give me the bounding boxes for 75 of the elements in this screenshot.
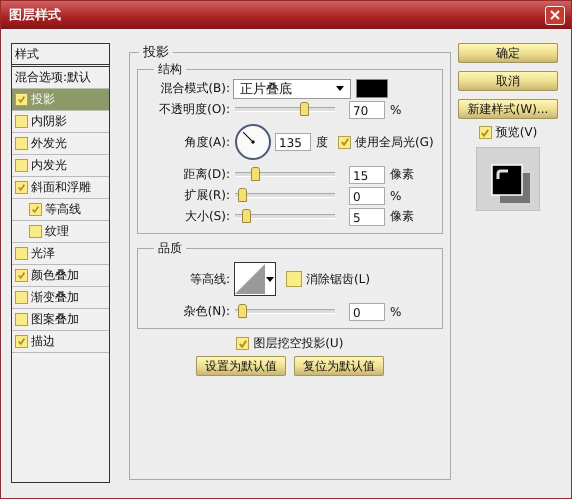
style-list-item[interactable]: 内阴影 xyxy=(12,111,109,133)
unit-label: % xyxy=(390,102,402,116)
style-preview-drawing xyxy=(476,147,540,211)
slider-thumb[interactable] xyxy=(242,209,252,223)
style-list-item[interactable]: 纹理 xyxy=(12,221,109,243)
field-label: 扩展(R): xyxy=(183,187,230,204)
close-button[interactable] xyxy=(545,6,565,24)
checkbox[interactable] xyxy=(29,225,42,238)
unit-label: % xyxy=(390,304,402,318)
unit-label: 度 xyxy=(316,134,328,150)
window-title: 图层样式 xyxy=(9,7,61,24)
field-label: 等高线: xyxy=(188,270,230,288)
group-title: 品质 xyxy=(157,240,183,257)
field-label: 角度(A): xyxy=(183,134,230,150)
checkbox[interactable] xyxy=(15,137,28,150)
caret-icon xyxy=(336,86,344,91)
style-list-item[interactable]: 颜色叠加 xyxy=(12,265,109,287)
checkbox[interactable] xyxy=(15,269,28,282)
value-field[interactable]: 135 xyxy=(275,133,311,151)
checkbox[interactable] xyxy=(15,181,28,194)
checkbox[interactable] xyxy=(15,335,28,348)
value-field[interactable]: 5 xyxy=(349,208,385,226)
default-button[interactable]: 复位为默认值 xyxy=(294,356,384,376)
checkbox[interactable] xyxy=(286,271,302,287)
slider-thumb[interactable] xyxy=(238,188,247,202)
close-icon xyxy=(550,10,560,20)
dialog-button[interactable]: 新建样式(W)... xyxy=(458,99,558,119)
style-list-item[interactable]: 光泽 xyxy=(12,243,109,265)
field-label: 大小(S): xyxy=(184,208,230,225)
style-list-item[interactable]: 内发光 xyxy=(12,155,109,177)
checkbox[interactable] xyxy=(338,136,351,148)
angle-dial[interactable] xyxy=(234,123,272,161)
style-list-item[interactable]: 斜面和浮雕 xyxy=(12,177,109,199)
group-title: 结构 xyxy=(157,61,183,78)
unit-label: 像素 xyxy=(390,208,414,225)
value-field[interactable]: 70 xyxy=(349,100,385,118)
slider-thumb[interactable] xyxy=(238,304,247,318)
caret-icon xyxy=(266,276,274,282)
checkbox[interactable] xyxy=(15,247,28,260)
slider-thumb[interactable] xyxy=(251,167,260,181)
checkbox[interactable] xyxy=(15,291,28,304)
blend-mode-dropdown[interactable]: 正片叠底 xyxy=(233,78,351,98)
contour-picker[interactable] xyxy=(234,262,276,296)
default-button[interactable]: 设置为默认值 xyxy=(196,356,286,376)
unit-label: 像素 xyxy=(390,166,414,183)
dialog-button[interactable]: 取消 xyxy=(458,71,558,91)
value-field[interactable]: 0 xyxy=(349,186,385,204)
style-list-item[interactable]: 外发光 xyxy=(12,133,109,155)
checkbox[interactable] xyxy=(15,159,28,172)
checkbox-label: 使用全局光(G) xyxy=(355,134,434,150)
group-title: 投影 xyxy=(142,44,170,61)
checkbox[interactable] xyxy=(15,115,28,128)
checkbox-label: 消除锯齿(L) xyxy=(306,270,370,288)
value-field[interactable]: 0 xyxy=(349,302,385,320)
dialog-button[interactable]: 确定 xyxy=(458,43,558,63)
list-header: 样式 xyxy=(12,44,109,67)
slider-thumb[interactable] xyxy=(300,102,309,116)
field-label: 混合模式(B): xyxy=(159,80,230,97)
field-label: 杂色(N): xyxy=(182,303,230,320)
checkbox-label: 图层挖空投影(U) xyxy=(253,335,344,352)
checkbox[interactable] xyxy=(15,93,28,106)
style-list-item[interactable]: 图案叠加 xyxy=(12,309,109,331)
checkbox[interactable] xyxy=(478,126,492,139)
value-field[interactable]: 15 xyxy=(349,166,385,184)
color-swatch[interactable] xyxy=(356,79,388,98)
checkbox[interactable] xyxy=(236,337,250,350)
unit-label: % xyxy=(390,188,402,202)
style-list-item[interactable]: 描边 xyxy=(12,331,109,353)
field-label: 距离(D): xyxy=(182,166,230,183)
style-list-item[interactable]: 渐变叠加 xyxy=(12,287,109,309)
style-list-item[interactable]: 等高线 xyxy=(12,199,109,221)
checkbox[interactable] xyxy=(29,203,42,216)
field-label: 不透明度(O): xyxy=(158,101,230,118)
checkbox[interactable] xyxy=(15,313,28,326)
checkbox-label: 预览(V) xyxy=(496,124,538,141)
